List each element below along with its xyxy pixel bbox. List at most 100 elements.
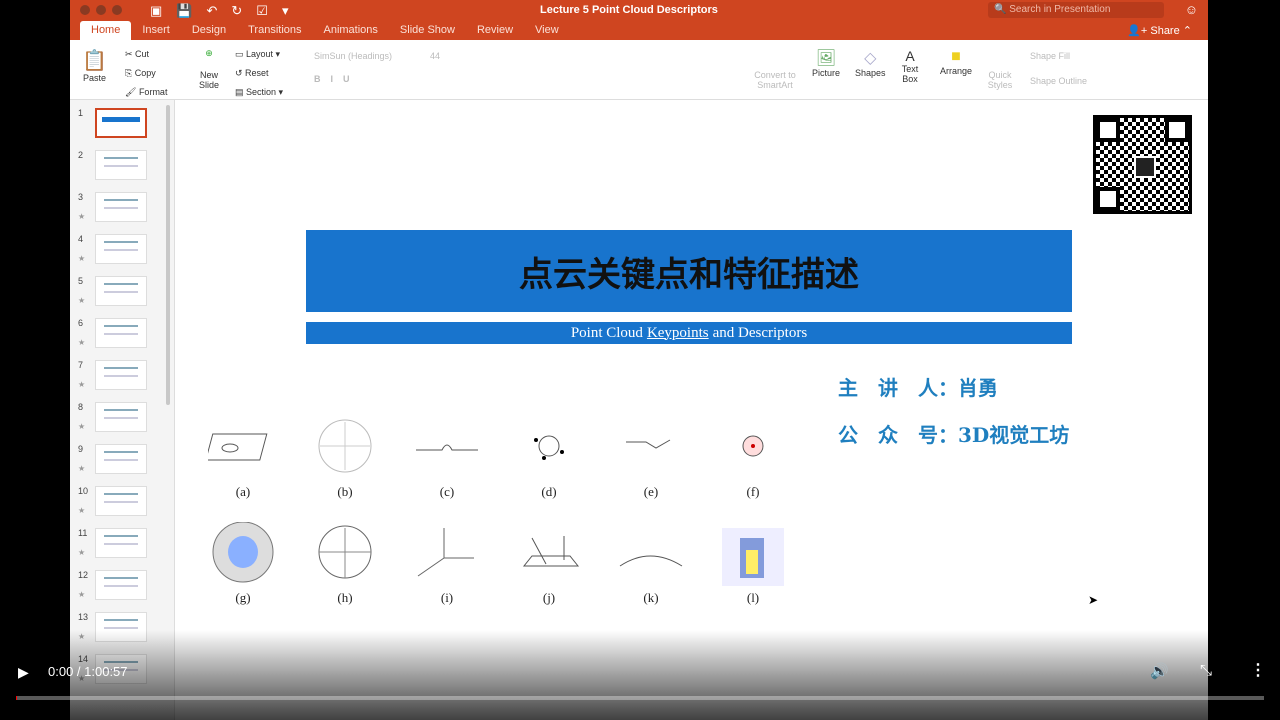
share-button[interactable]: 👤+ Share ⌃ bbox=[1127, 24, 1192, 37]
search-input[interactable]: 🔍 Search in Presentation bbox=[988, 2, 1164, 18]
time-display: 0:00 / 1:00:57 bbox=[48, 664, 128, 679]
figure-diagram bbox=[522, 536, 580, 567]
new-slide-label: New Slide bbox=[198, 70, 219, 90]
check-icon[interactable]: ☑ bbox=[256, 3, 268, 19]
window-controls[interactable] bbox=[80, 5, 122, 15]
play-button[interactable]: ▶ bbox=[18, 664, 29, 681]
paste-button[interactable]: 📋 Paste bbox=[82, 48, 107, 83]
thumbnail-preview bbox=[95, 360, 147, 390]
slide-thumbnails-panel: 123★4★5★6★7★8★9★10★11★12★13★14★ bbox=[70, 100, 175, 720]
copy-button[interactable]: ⎘ Copy bbox=[125, 64, 167, 83]
figure-e: (e) bbox=[616, 416, 686, 500]
thumbnail-preview bbox=[95, 192, 147, 222]
thumbnail-preview bbox=[95, 150, 147, 180]
slide-canvas: 点云关键点和特征描述 Point Cloud Keypoints and Descr… bbox=[178, 100, 1200, 690]
figure-a: (a) bbox=[208, 416, 278, 500]
figure-diagram bbox=[619, 555, 683, 567]
thumbnail-number: 13 bbox=[78, 612, 89, 622]
shapes-button[interactable]: ◇ Shapes bbox=[855, 48, 886, 78]
shape-outline-button[interactable]: Shape Outline bbox=[1030, 76, 1087, 86]
sidebar-toggle-icon[interactable]: ▣ bbox=[150, 3, 162, 19]
tab-slide-show[interactable]: Slide Show bbox=[389, 21, 466, 40]
text-box-button[interactable]: A Text Box bbox=[898, 48, 922, 84]
quick-access-toolbar: ▣ 💾 ↶ ↻ ☑ ▾ bbox=[150, 3, 288, 19]
figure-diagram bbox=[416, 444, 478, 451]
title-bar: ▣ 💾 ↶ ↻ ☑ ▾ Lecture 5 Point Cloud Descriptors… bbox=[70, 0, 1208, 21]
volume-icon[interactable]: 🔊 bbox=[1150, 662, 1169, 680]
figure-label: (b) bbox=[337, 484, 353, 499]
progress-bar[interactable] bbox=[16, 696, 1264, 700]
slide-subtitle: Point Cloud Keypoints and Descriptors bbox=[306, 322, 1072, 344]
text-box-label: Text Box bbox=[901, 64, 919, 84]
figure-label: (j) bbox=[542, 590, 556, 605]
thumbnail-number: 12 bbox=[78, 570, 89, 580]
font-size-select[interactable]: 44 bbox=[430, 51, 440, 61]
progress-fill bbox=[16, 696, 18, 700]
quick-styles-button[interactable]: Quick Styles bbox=[985, 70, 1015, 90]
redo-icon[interactable]: ↻ bbox=[231, 3, 242, 19]
qr-code bbox=[1093, 115, 1192, 214]
star-icon: ★ bbox=[78, 422, 86, 431]
figure-label: (f) bbox=[746, 484, 760, 499]
more-options-icon[interactable]: ⋮ bbox=[1250, 660, 1266, 680]
figure-label: (e) bbox=[643, 484, 659, 499]
picture-button[interactable]: 🖼 Picture bbox=[812, 48, 840, 78]
tab-home[interactable]: Home bbox=[80, 21, 132, 40]
thumbnail-preview bbox=[95, 528, 147, 558]
thumbnail-preview bbox=[95, 486, 147, 516]
tab-review[interactable]: Review bbox=[466, 21, 524, 40]
star-icon: ★ bbox=[78, 506, 86, 515]
cut-label: Cut bbox=[135, 49, 150, 59]
layout-button[interactable]: ▭ Layout ▾ bbox=[235, 45, 283, 64]
picture-label: Picture bbox=[812, 68, 841, 78]
new-slide-button[interactable]: ⊕ New Slide bbox=[192, 48, 226, 90]
star-icon: ★ bbox=[78, 338, 86, 347]
thumbnails-scrollbar[interactable] bbox=[166, 105, 170, 405]
thumbnail-preview bbox=[95, 234, 147, 264]
thumbnail-number: 11 bbox=[78, 528, 88, 538]
feedback-icon[interactable]: ☺ bbox=[1185, 2, 1198, 17]
thumbnail-number: 10 bbox=[78, 486, 89, 496]
figure-f: (f) bbox=[718, 416, 788, 500]
video-controls: ▶ 0:00 / 1:00:57 🔊 ⤡ ⋮ bbox=[0, 630, 1280, 720]
subtitle-text: Point Cloud bbox=[570, 324, 643, 341]
mouse-cursor: ➤ bbox=[1088, 593, 1099, 607]
share-label: Share bbox=[1150, 25, 1180, 37]
reset-button[interactable]: ↺ Reset bbox=[235, 64, 283, 83]
thumbnail-preview bbox=[95, 108, 147, 138]
figure-diagram bbox=[318, 525, 372, 579]
undo-icon[interactable]: ↶ bbox=[206, 3, 217, 19]
convert-smartart-button[interactable]: Convert to SmartArt bbox=[750, 70, 800, 90]
thumbnail-number: 4 bbox=[78, 234, 84, 244]
tab-transitions[interactable]: Transitions bbox=[237, 21, 312, 40]
cut-button[interactable]: ✂ Cut bbox=[125, 45, 167, 64]
exit-fullscreen-icon[interactable]: ⤡ bbox=[1200, 662, 1212, 679]
tab-insert[interactable]: Insert bbox=[131, 21, 181, 40]
figure-d: (d) bbox=[514, 416, 584, 500]
customize-icon[interactable]: ▾ bbox=[282, 3, 289, 19]
thumbnail-number: 1 bbox=[78, 108, 84, 118]
thumbnail-preview bbox=[95, 444, 147, 474]
thumbnail-number: 2 bbox=[78, 150, 84, 160]
figure-diagram bbox=[534, 435, 564, 460]
section-label: Section bbox=[246, 87, 277, 97]
font-name-select[interactable]: SimSun (Headings) bbox=[314, 51, 392, 61]
font-format-buttons[interactable]: BIU bbox=[314, 74, 360, 84]
paste-label: Paste bbox=[82, 73, 106, 83]
figure-label: (i) bbox=[440, 590, 454, 605]
figure-diagram bbox=[742, 435, 764, 457]
thumbnail-preview bbox=[95, 318, 147, 348]
tab-design[interactable]: Design bbox=[181, 21, 237, 40]
thumbnail-number: 8 bbox=[78, 402, 84, 412]
save-icon[interactable]: 💾 bbox=[176, 3, 192, 19]
tab-animations[interactable]: Animations bbox=[313, 21, 389, 40]
tab-view[interactable]: View bbox=[524, 21, 570, 40]
shape-fill-button[interactable]: Shape Fill bbox=[1030, 51, 1070, 61]
arrange-button[interactable]: ■ Arrange bbox=[940, 48, 972, 76]
figure-label: (h) bbox=[337, 590, 353, 605]
figure-diagram bbox=[626, 439, 671, 449]
star-icon: ★ bbox=[78, 254, 86, 263]
figure-j: (j) bbox=[514, 522, 584, 606]
reset-label: Reset bbox=[245, 68, 269, 78]
figure-label: (g) bbox=[235, 590, 251, 605]
